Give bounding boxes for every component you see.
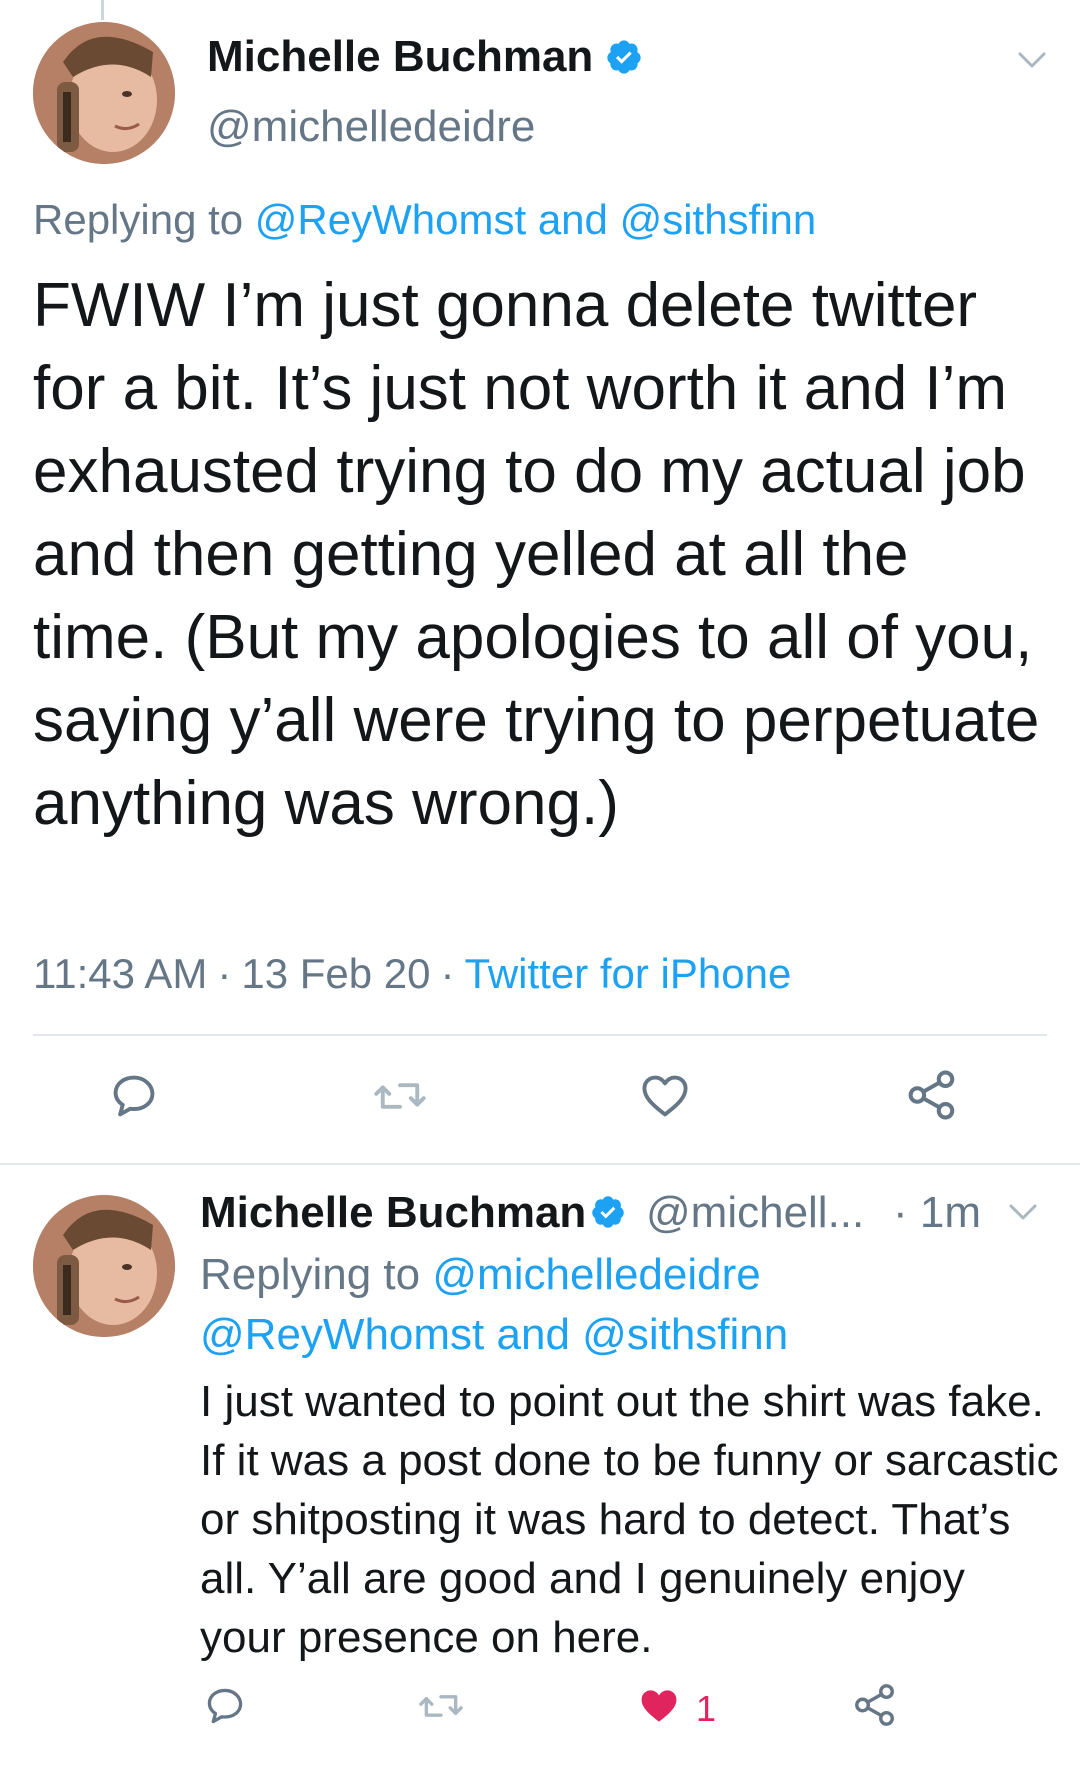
verified-badge-icon bbox=[605, 38, 643, 76]
verified-badge-icon bbox=[590, 1194, 626, 1235]
tweet-time[interactable]: 11:43 AM bbox=[33, 950, 207, 997]
author-handle[interactable]: @michelledeidre bbox=[207, 102, 535, 152]
meta-separator: · bbox=[440, 950, 455, 997]
tweet-source[interactable]: Twitter for iPhone bbox=[465, 950, 792, 997]
time-separator: · bbox=[893, 1188, 908, 1237]
mention-link[interactable]: @ReyWhomst bbox=[200, 1310, 484, 1359]
share-button[interactable] bbox=[905, 1068, 959, 1127]
divider bbox=[33, 1034, 1047, 1036]
replying-to-label: Replying to bbox=[33, 196, 244, 243]
mention-link[interactable]: @michelledeidre bbox=[432, 1250, 760, 1299]
like-count: 1 bbox=[696, 1687, 717, 1729]
author-handle[interactable]: @michell... bbox=[646, 1188, 864, 1238]
retweet-icon bbox=[372, 1070, 428, 1127]
replying-to-and[interactable]: and bbox=[538, 196, 608, 243]
reply-button[interactable] bbox=[108, 1070, 160, 1127]
share-icon bbox=[852, 1682, 898, 1733]
reply-icon bbox=[108, 1070, 160, 1127]
replying-to-label: Replying to bbox=[200, 1250, 421, 1299]
share-icon bbox=[905, 1068, 959, 1127]
chevron-down-icon[interactable] bbox=[1008, 1202, 1038, 1222]
heart-filled-icon bbox=[636, 1684, 682, 1733]
chevron-down-icon[interactable] bbox=[1017, 50, 1047, 70]
tweet-time[interactable]: · 1m bbox=[893, 1188, 981, 1238]
tweet-meta: 11:43 AM · 13 Feb 20 · Twitter for iPhone bbox=[33, 950, 791, 998]
tweet-text: I just wanted to point out the shirt was… bbox=[200, 1377, 1059, 1662]
reply-icon bbox=[203, 1684, 247, 1733]
relative-time[interactable]: 1m bbox=[920, 1188, 981, 1237]
like-button[interactable] bbox=[638, 1070, 692, 1127]
share-button[interactable] bbox=[852, 1682, 898, 1733]
replying-to-continued: @ReyWhomst and @sithsfinn bbox=[200, 1310, 788, 1360]
reply-header: Michelle Buchman @michell... · 1m bbox=[200, 1188, 1060, 1244]
author-name[interactable]: Michelle Buchman bbox=[200, 1188, 586, 1238]
avatar[interactable] bbox=[33, 22, 175, 164]
author-name[interactable]: Michelle Buchman bbox=[207, 32, 593, 82]
divider bbox=[0, 1163, 1080, 1165]
retweet-icon bbox=[417, 1684, 465, 1733]
meta-separator: · bbox=[217, 950, 232, 997]
replying-to: Replying to @michelledeidre bbox=[200, 1250, 761, 1300]
retweet-button[interactable] bbox=[372, 1070, 428, 1127]
like-button[interactable]: 1 bbox=[636, 1684, 716, 1733]
mention-link[interactable]: @sithsfinn bbox=[582, 1310, 788, 1359]
avatar[interactable] bbox=[33, 1195, 175, 1337]
mention-link[interactable]: @sithsfinn bbox=[620, 196, 817, 243]
reply-button[interactable] bbox=[203, 1684, 247, 1733]
tweet-date[interactable]: 13 Feb 20 bbox=[241, 950, 430, 997]
heart-icon bbox=[638, 1070, 692, 1127]
retweet-button[interactable] bbox=[417, 1684, 465, 1733]
mention-link[interactable]: @ReyWhomst bbox=[255, 196, 526, 243]
replying-to: Replying to @ReyWhomst and @sithsfinn bbox=[33, 196, 816, 244]
tweet-text: FWIW I’m just gonna delete twitter for a… bbox=[33, 271, 1040, 838]
main-tweet: Michelle Buchman @michelledeidre Replyin… bbox=[0, 0, 1080, 1163]
replying-to-and[interactable]: and bbox=[497, 1310, 570, 1359]
